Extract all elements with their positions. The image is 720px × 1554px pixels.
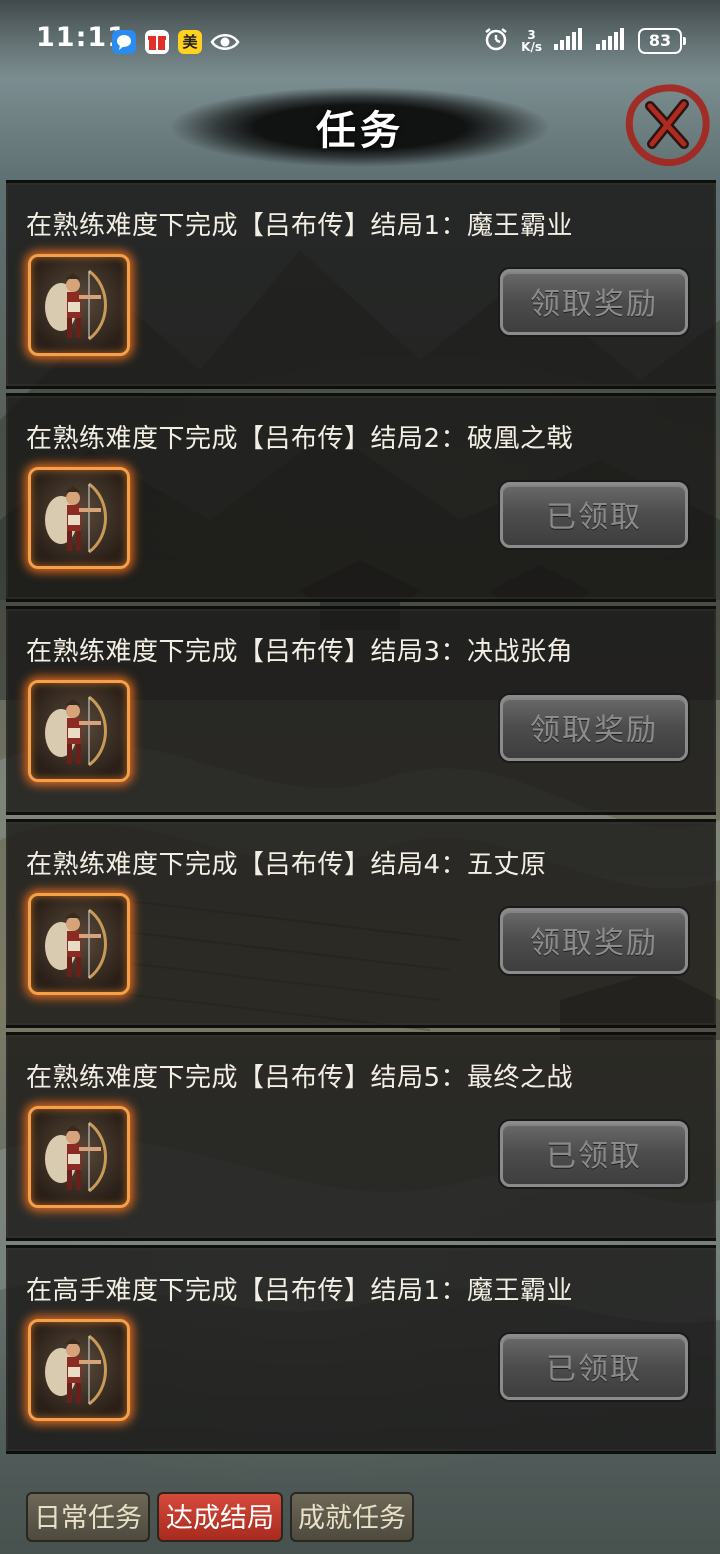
alarm-icon — [483, 26, 509, 56]
task-title: 在熟练难度下完成【吕布传】结局4：五丈原 — [26, 850, 547, 880]
status-right-group: 3 K/s 83 — [483, 26, 686, 56]
claim-reward-button[interactable]: 领取奖励 — [500, 695, 688, 761]
reward-item-icon[interactable] — [28, 680, 130, 782]
reward-item-icon[interactable] — [28, 1106, 130, 1208]
claimed-status-button[interactable]: 已领取 — [500, 1121, 688, 1187]
task-card: 在熟练难度下完成【吕布传】结局5：最终之战 已领取 — [6, 1032, 716, 1241]
task-title: 在熟练难度下完成【吕布传】结局2：破凰之戟 — [26, 424, 574, 454]
claim-reward-button[interactable]: 领取奖励 — [500, 269, 688, 335]
message-app-icon — [112, 30, 136, 54]
bottom-tab-bar: 日常任务 达成结局 成就任务 — [0, 1484, 720, 1554]
archer-warrior-icon — [45, 908, 107, 980]
task-card: 在高手难度下完成【吕布传】结局1：魔王霸业 已领取 — [6, 1245, 716, 1454]
meituan-app-icon: 美 — [178, 30, 202, 54]
eye-icon — [210, 30, 240, 54]
task-title: 在高手难度下完成【吕布传】结局1：魔王霸业 — [26, 1276, 574, 1306]
claimed-status-button[interactable]: 已领取 — [500, 1334, 688, 1400]
task-card: 在熟练难度下完成【吕布传】结局3：决战张角 领取奖励 — [6, 606, 716, 815]
archer-warrior-icon — [45, 269, 107, 341]
claimed-status-button[interactable]: 已领取 — [500, 482, 688, 548]
close-button[interactable] — [622, 80, 712, 170]
task-card: 在熟练难度下完成【吕布传】结局1：魔王霸业 领取奖励 — [6, 180, 716, 389]
archer-warrior-icon — [45, 1121, 107, 1193]
battery-indicator: 83 — [638, 28, 686, 54]
task-title: 在熟练难度下完成【吕布传】结局5：最终之战 — [26, 1063, 574, 1093]
reward-item-icon[interactable] — [28, 254, 130, 356]
close-icon — [625, 84, 710, 167]
task-title: 在熟练难度下完成【吕布传】结局3：决战张角 — [26, 637, 574, 667]
task-card: 在熟练难度下完成【吕布传】结局4：五丈原 领取奖励 — [6, 819, 716, 1028]
gift-app-icon — [145, 30, 169, 54]
status-bar: 11:11 美 3 K/s 83 — [0, 0, 720, 78]
task-title: 在熟练难度下完成【吕布传】结局1：魔王霸业 — [26, 211, 574, 241]
tab-achievements[interactable]: 成就任务 — [290, 1492, 414, 1542]
reward-item-icon[interactable] — [28, 893, 130, 995]
claim-reward-button[interactable]: 领取奖励 — [500, 908, 688, 974]
tab-endings[interactable]: 达成结局 — [157, 1492, 283, 1542]
task-list[interactable]: 在熟练难度下完成【吕布传】结局1：魔王霸业 领取奖励 在熟练难度下完成【吕布传】… — [6, 180, 716, 1485]
net-speed: 3 K/s — [521, 29, 542, 53]
signal-icon-2 — [596, 28, 626, 54]
reward-item-icon[interactable] — [28, 1319, 130, 1421]
signal-icon — [554, 28, 584, 54]
archer-warrior-icon — [45, 695, 107, 767]
archer-warrior-icon — [45, 1334, 107, 1406]
reward-item-icon[interactable] — [28, 467, 130, 569]
net-speed-unit: K/s — [521, 40, 542, 54]
task-card: 在熟练难度下完成【吕布传】结局2：破凰之戟 已领取 — [6, 393, 716, 602]
archer-warrior-icon — [45, 482, 107, 554]
page-title: 任务 — [316, 108, 404, 154]
tab-daily-tasks[interactable]: 日常任务 — [26, 1492, 150, 1542]
